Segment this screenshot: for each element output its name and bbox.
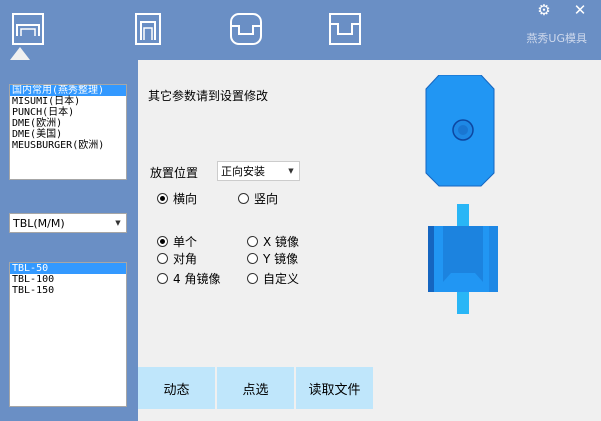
close-icon: ✕ <box>573 1 587 19</box>
single-step-icon <box>12 13 44 45</box>
radio-dot <box>247 236 258 247</box>
standard-list-item[interactable]: 国内常用(燕秀整理) <box>10 85 126 96</box>
radio-dot <box>157 193 168 204</box>
top-view-pin-center <box>458 125 468 135</box>
side-view-top-pin <box>457 204 469 226</box>
radio-custom[interactable]: 自定义 <box>247 270 299 287</box>
settings-hint: 其它参数请到设置修改 <box>148 89 269 103</box>
unit-select[interactable]: TBL(M/M) ▼ <box>9 213 127 233</box>
unit-select-value: TBL(M/M) <box>13 216 65 230</box>
pick-button[interactable]: 点选 <box>217 367 294 409</box>
double-step-icon <box>329 13 361 45</box>
gear-icon: ⚙ <box>537 1 551 19</box>
chevron-down-icon[interactable]: ▼ <box>110 214 126 232</box>
side-view-bottom-pin <box>457 292 469 314</box>
placement-select[interactable]: 正向安装 ▼ <box>217 161 300 181</box>
side-view-left-edge <box>428 226 434 292</box>
size-list-item[interactable]: TBL-50 <box>10 263 126 274</box>
radio-y-mirror[interactable]: Y 镜像 <box>247 250 298 267</box>
standard-list-item[interactable]: MISUMI(日本) <box>10 96 126 107</box>
placement-label: 放置位置 <box>150 166 199 180</box>
radio-label: 单个 <box>173 235 198 249</box>
radio-label: X 镜像 <box>263 235 300 249</box>
round-step-icon <box>230 13 262 45</box>
radio-label: 4 角镜像 <box>173 272 221 286</box>
size-list-item[interactable]: TBL-100 <box>10 274 126 285</box>
settings-button[interactable]: ⚙ <box>528 0 560 20</box>
tab-tall-step[interactable] <box>128 8 168 50</box>
tab-double-step[interactable] <box>325 8 365 50</box>
radio-horizontal[interactable]: 横向 <box>157 190 197 207</box>
dynamic-button[interactable]: 动态 <box>138 367 215 409</box>
close-button[interactable]: ✕ <box>564 0 596 20</box>
placement-select-value: 正向安装 <box>221 165 265 178</box>
radio-dot <box>157 253 168 264</box>
radio-x-mirror[interactable]: X 镜像 <box>247 233 299 250</box>
tab-single-step[interactable] <box>8 8 48 50</box>
part-preview <box>425 75 498 314</box>
read-file-button[interactable]: 读取文件 <box>296 367 373 409</box>
standard-list[interactable]: 国内常用(燕秀整理) MISUMI(日本) PUNCH(日本) DME(欧洲) DME(… <box>9 84 127 180</box>
radio-label: 竖向 <box>254 192 279 206</box>
radio-label: 自定义 <box>263 272 300 286</box>
radio-label: 对角 <box>173 252 198 266</box>
brand-label: 燕秀UG模具 <box>526 32 587 45</box>
active-tab-indicator <box>10 47 30 60</box>
tall-step-icon <box>135 13 161 45</box>
radio-four-corner[interactable]: 4 角镜像 <box>157 270 220 287</box>
standard-list-item[interactable]: MEUSBURGER(欧洲) <box>10 140 126 151</box>
standard-list-item[interactable]: DME(美国) <box>10 129 126 140</box>
standard-list-item[interactable]: DME(欧洲) <box>10 118 126 129</box>
size-list[interactable]: TBL-50 TBL-100 TBL-150 <box>9 262 127 407</box>
size-list-item[interactable]: TBL-150 <box>10 285 126 296</box>
tab-round-step[interactable] <box>226 8 266 50</box>
side-view-right-edge <box>489 226 498 292</box>
header-bar: ⚙ ✕ 燕秀UG模具 <box>0 0 601 60</box>
chevron-down-icon[interactable]: ▼ <box>283 162 299 180</box>
radio-diagonal[interactable]: 对角 <box>157 250 197 267</box>
radio-dot <box>238 193 249 204</box>
radio-dot <box>157 273 168 284</box>
standard-list-item[interactable]: PUNCH(日本) <box>10 107 126 118</box>
radio-dot <box>247 273 258 284</box>
radio-dot <box>247 253 258 264</box>
radio-label: Y 镜像 <box>263 252 299 266</box>
radio-single[interactable]: 单个 <box>157 233 197 250</box>
radio-dot <box>157 236 168 247</box>
radio-vertical[interactable]: 竖向 <box>238 190 278 207</box>
radio-label: 横向 <box>173 192 198 206</box>
